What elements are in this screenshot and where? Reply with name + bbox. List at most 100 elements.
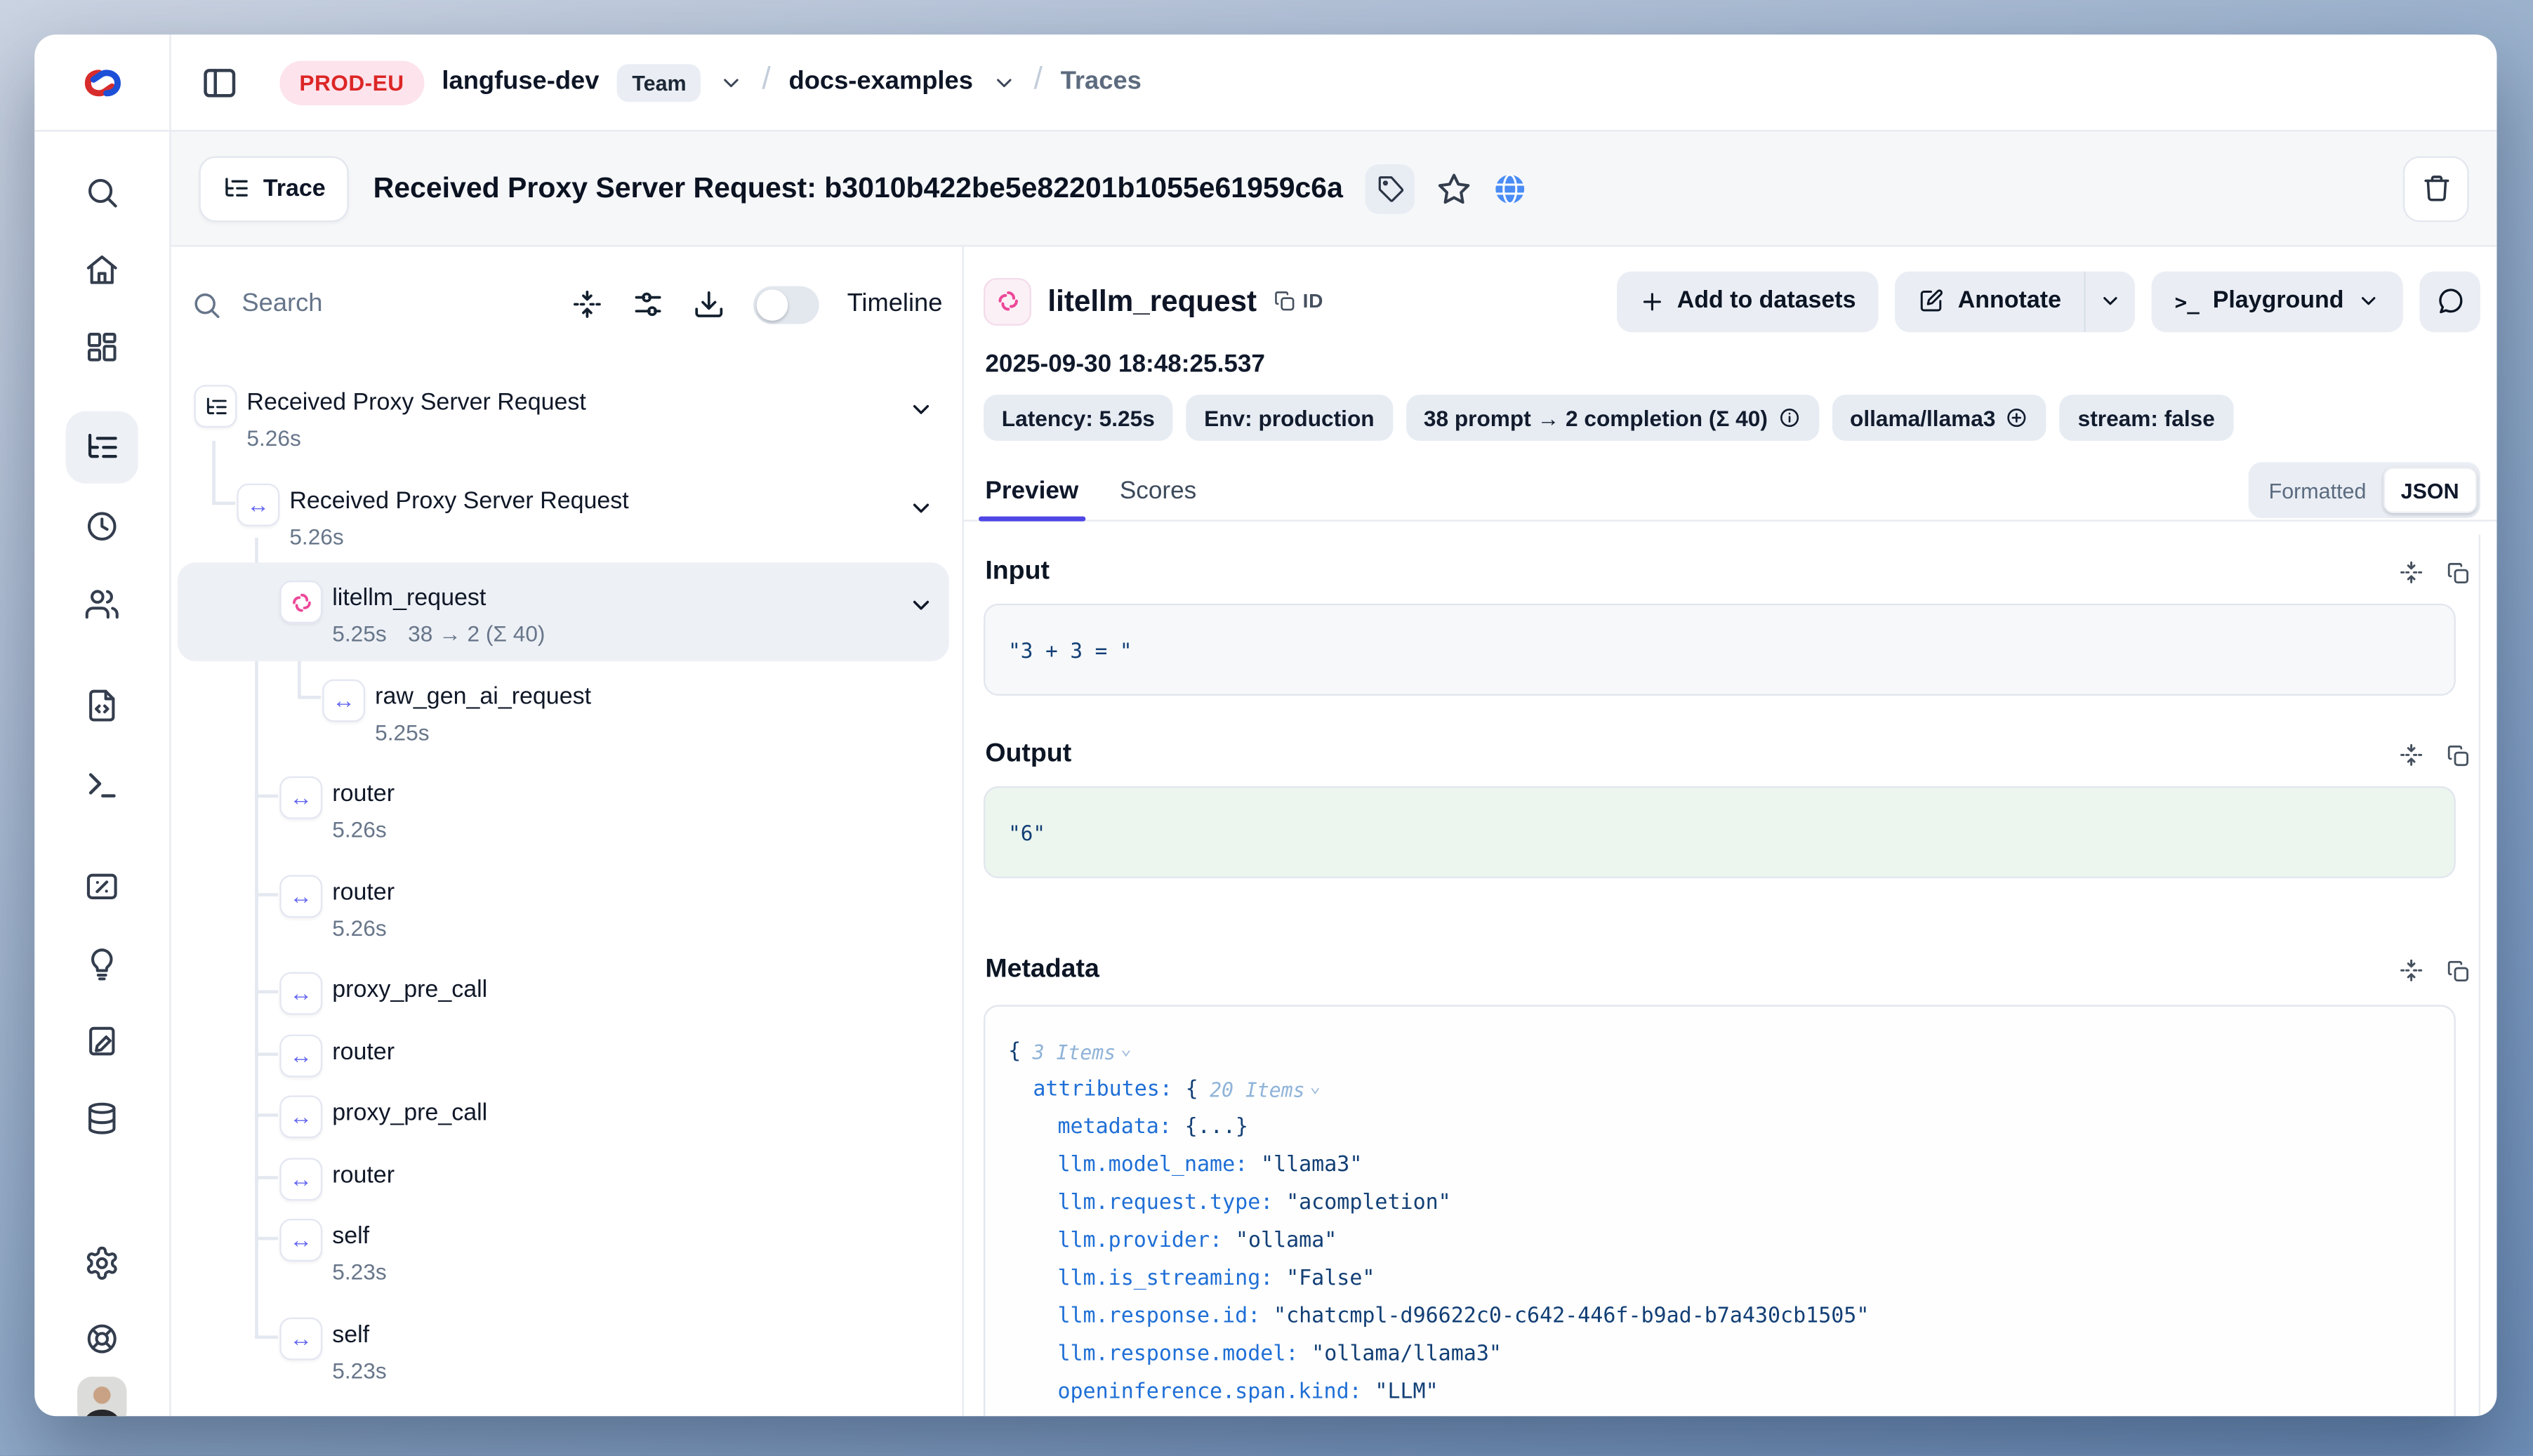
tab-scores[interactable]: Scores [1120,461,1196,519]
annotate-button[interactable]: Annotate [1896,270,2084,331]
chevron-down-icon[interactable] [908,397,934,423]
model-badge: ollama/llama3 [1832,395,2046,441]
org-name[interactable]: langfuse-dev [442,67,599,97]
tree-search[interactable] [191,288,543,321]
org-logo[interactable] [34,34,171,130]
playground-terminal-icon[interactable] [84,767,120,803]
sessions-clock-icon[interactable] [84,508,120,545]
collapse-section-icon[interactable] [2398,742,2424,768]
scrollbar-track[interactable] [2479,534,2480,1416]
json-line[interactable]: llm.is_streaming:"False" [1008,1260,2431,1298]
user-avatar[interactable] [77,1377,126,1416]
chevron-down-icon[interactable] [908,592,934,618]
tree-settings-icon[interactable] [632,288,665,321]
support-lifebuoy-icon[interactable] [84,1321,120,1357]
json-root-line[interactable]: { 3 Items ⌄ [1008,1033,2431,1071]
home-icon[interactable] [84,251,120,288]
observation-detail-panel: litellm_request ID Add to datasets [964,246,2497,1416]
tree-search-input[interactable] [239,288,410,321]
tree-item[interactable]: Received Proxy Server Request 5.26s [171,375,963,467]
sidebar-item-tracing[interactable] [66,411,138,484]
tags-button[interactable] [1366,164,1415,213]
bookmark-star-icon[interactable] [1436,170,1473,206]
timeline-toggle[interactable] [753,285,819,323]
json-option[interactable]: JSON [2383,467,2477,513]
playground-label: Playground [2213,288,2344,314]
tree-item[interactable]: ↔ self 5.23s [171,1306,963,1398]
metadata-json-viewer[interactable]: { 3 Items ⌄ attributes: { 20 Items ⌄ [984,1005,2456,1416]
collapse-section-icon[interactable] [2398,958,2424,984]
tree-item[interactable]: ↔ self 5.23s [171,1209,963,1301]
json-line[interactable]: metadata:{...} [1008,1108,2431,1146]
breadcrumb-divider: / [1034,62,1043,99]
detail-scroll-area[interactable]: Input "3 + 3 = " Output [964,534,2497,1416]
project-chevron-icon[interactable] [991,70,1016,95]
info-icon[interactable] [1778,406,1801,430]
json-line[interactable]: llm.provider:"ollama" [1008,1222,2431,1260]
comments-button[interactable] [2419,270,2480,331]
dashboards-icon[interactable] [84,329,120,366]
json-line[interactable]: input.value:"3 + 3 = " [1008,1411,2431,1416]
users-icon[interactable] [84,585,120,622]
collapse-section-icon[interactable] [2398,560,2424,585]
tab-preview[interactable]: Preview [985,461,1078,519]
chevron-down-icon [2357,289,2380,312]
tree-item[interactable]: ↔ router [171,1147,963,1203]
output-label: Output [985,740,1071,769]
delete-trace-button[interactable] [2403,155,2469,221]
json-line[interactable]: llm.response.id:"chatcmpl-d96622c0-c642-… [1008,1298,2431,1336]
json-line[interactable]: llm.model_name:"llama3" [1008,1146,2431,1184]
json-line[interactable]: attributes: { 20 Items ⌄ [1008,1071,2431,1108]
sidebar-toggle-icon[interactable] [201,63,239,101]
download-icon[interactable] [692,288,725,321]
json-line[interactable]: openinference.span.kind:"LLM" [1008,1373,2431,1411]
span-icon: ↔ [279,1157,322,1200]
add-to-datasets-button[interactable]: Add to datasets [1616,270,1879,331]
tree-item-label: self [332,1224,369,1250]
tree-item[interactable]: ↔ router 5.26s [171,767,963,859]
span-icon: ↔ [279,1095,322,1138]
desktop: PROD-EU langfuse-dev Team / docs-example… [0,0,2533,1456]
tree-item[interactable]: ↔ router [171,1024,963,1080]
collapse-chevron-icon[interactable]: ⌄ [1120,1038,1132,1059]
datasets-database-icon[interactable] [84,1100,120,1137]
tree-item-label: self [332,1321,369,1347]
tree-item-selected[interactable]: litellm_request 5.25s38 → 2 (Σ 40) [171,571,963,663]
evals-lightbulb-icon[interactable] [84,946,120,982]
breadcrumb: PROD-EU langfuse-dev Team / docs-example… [171,34,2497,130]
tree-item[interactable]: ↔ raw_gen_ai_request 5.25s [171,668,963,760]
org-chevron-icon[interactable] [719,70,743,95]
tree-item[interactable]: ↔ router 5.26s [171,864,963,956]
chevron-down-icon[interactable] [908,494,934,520]
tree-item-duration: 5.25s [375,720,429,744]
public-globe-icon[interactable] [1493,170,1529,206]
tree-item[interactable]: ↔ proxy_pre_call [171,1085,963,1141]
plus-circle-icon[interactable] [2006,406,2029,430]
prompts-file-icon[interactable] [84,687,120,724]
collapse-chevron-icon[interactable]: ⌄ [1310,1076,1321,1097]
scores-percent-icon[interactable] [84,868,120,905]
playground-button[interactable]: >_ Playground [2152,270,2403,331]
collapse-all-icon[interactable] [571,288,604,321]
tree-item-label: raw_gen_ai_request [375,683,591,709]
formatted-option[interactable]: Formatted [2252,478,2383,503]
annotate-dropdown-button[interactable] [2084,270,2136,331]
tree-item-label: proxy_pre_call [332,1100,487,1126]
tree-item-label: router [332,1162,395,1188]
annotation-clipboard-icon[interactable] [84,1023,120,1059]
search-icon[interactable] [84,174,120,211]
project-name[interactable]: docs-examples [789,67,973,97]
copy-icon[interactable] [2446,958,2471,983]
stream-badge: stream: false [2060,395,2233,441]
json-line[interactable]: llm.response.model:"ollama/llama3" [1008,1335,2431,1373]
copy-icon[interactable] [2446,560,2471,585]
env-badge: Env: production [1186,395,1392,441]
tree-item[interactable]: ↔ Received Proxy Server Request 5.26s [171,473,963,565]
copy-icon[interactable] [2446,743,2471,767]
copy-id-button[interactable]: ID [1273,289,1323,312]
env-badge: PROD-EU [279,60,423,105]
json-line[interactable]: llm.request.type:"acompletion" [1008,1184,2431,1222]
section-name[interactable]: Traces [1061,67,1142,97]
tree-item[interactable]: ↔ proxy_pre_call [171,962,963,1019]
settings-gear-icon[interactable] [84,1245,120,1282]
